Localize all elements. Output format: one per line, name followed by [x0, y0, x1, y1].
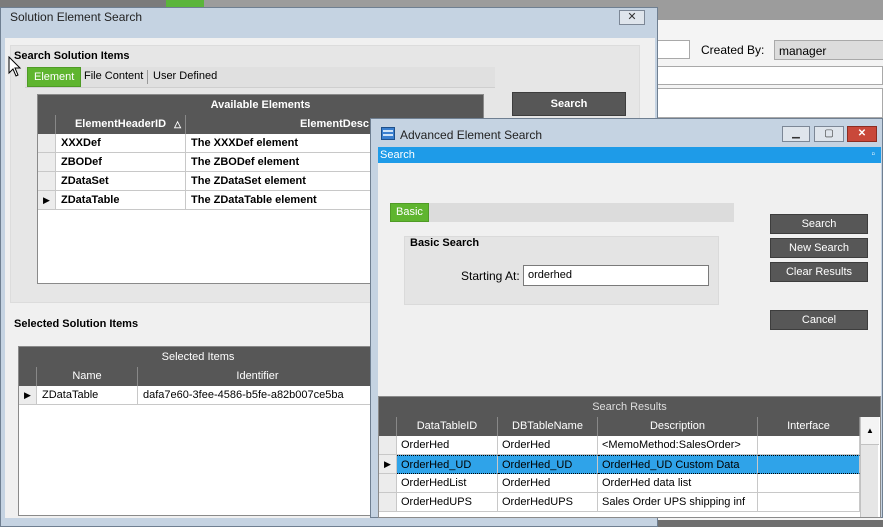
table-cell[interactable]: ZDataTable	[56, 191, 186, 210]
tab-file-content[interactable]: File Content	[78, 67, 149, 87]
search-results-grid: Search Results DataTableID DBTableName D…	[378, 396, 881, 518]
selected-solution-items-label: Selected Solution Items	[14, 318, 139, 330]
background-field[interactable]	[655, 40, 690, 59]
scroll-up-icon[interactable]: ▲	[861, 417, 879, 445]
tab-element[interactable]: Element	[27, 67, 82, 87]
column-header-interface[interactable]: Interface	[758, 417, 860, 436]
grid-caption: Search Results	[379, 397, 880, 417]
background-field-2[interactable]	[655, 66, 883, 85]
tab-basic[interactable]: Basic	[390, 203, 429, 222]
row-selector[interactable]	[379, 436, 397, 455]
starting-at-label: Starting At:	[461, 269, 520, 283]
starting-at-input[interactable]: orderhed	[523, 265, 709, 286]
close-icon[interactable]: ✕	[847, 126, 877, 142]
current-row-arrow-icon[interactable]: ▶	[379, 455, 397, 474]
maximize-icon[interactable]: ▢	[814, 126, 844, 142]
close-icon[interactable]: ✕	[619, 10, 645, 25]
column-header-description[interactable]: Description	[598, 417, 758, 436]
window-app-icon	[381, 127, 395, 140]
created-by-field[interactable]: manager	[774, 40, 883, 60]
table-cell[interactable]: OrderHed_UD	[397, 455, 498, 474]
table-cell[interactable]: ZBODef	[56, 153, 186, 172]
row-selector-header	[38, 115, 56, 134]
minimize-icon[interactable]: ▁	[782, 126, 810, 142]
new-search-button[interactable]: New Search	[770, 238, 868, 258]
table-cell[interactable]	[758, 493, 860, 512]
column-header-elementheaderid[interactable]: ElementHeaderID △	[56, 115, 186, 134]
grid-caption: Selected Items	[19, 347, 377, 367]
row-selector[interactable]	[38, 134, 56, 153]
table-cell[interactable]: OrderHedUPS	[498, 493, 598, 512]
mouse-cursor-icon	[8, 56, 22, 77]
table-cell[interactable]: ZDataSet	[56, 172, 186, 191]
search-panel-header: Search ▫	[378, 147, 881, 163]
table-cell[interactable]: ZDataTable	[37, 386, 138, 405]
table-cell[interactable]: Sales Order UPS shipping inf	[598, 493, 758, 512]
row-selector[interactable]	[379, 474, 397, 493]
sort-ascending-icon: △	[174, 119, 181, 129]
table-cell[interactable]: XXXDef	[56, 134, 186, 153]
table-cell[interactable]: dafa7e60-3fee-4586-b5fe-a82b007ce5ba	[138, 386, 378, 405]
row-selector[interactable]	[38, 172, 56, 191]
search-tabs: Element File Content User Defined	[25, 67, 495, 88]
table-cell[interactable]	[758, 436, 860, 455]
search-solution-items-label: Search Solution Items	[14, 50, 130, 62]
table-cell[interactable]: OrderHed_UD Custom Data	[598, 455, 758, 474]
current-row-arrow-icon[interactable]: ▶	[19, 386, 37, 405]
pin-icon[interactable]: ▫	[871, 147, 875, 163]
tab-user-defined[interactable]: User Defined	[147, 67, 223, 87]
window-title: Solution Element Search	[10, 10, 143, 24]
search-panel-label: Search	[380, 149, 415, 161]
column-header-name[interactable]: Name	[37, 367, 138, 386]
window-title: Advanced Element Search	[400, 128, 543, 142]
table-cell[interactable]: OrderHedUPS	[397, 493, 498, 512]
table-cell[interactable]: OrderHed data list	[598, 474, 758, 493]
table-cell[interactable]: OrderHed_UD	[498, 455, 598, 474]
column-header-label: ElementHeaderID	[74, 118, 167, 130]
column-header-identifier[interactable]: Identifier	[138, 367, 378, 386]
search-button[interactable]: Search	[770, 214, 868, 234]
table-cell[interactable]: OrderHed	[498, 474, 598, 493]
current-row-arrow-icon[interactable]: ▶	[38, 191, 56, 210]
selected-items-grid: Selected Items Name Identifier ▶ ZDataTa…	[18, 346, 378, 516]
table-cell[interactable]	[758, 455, 860, 474]
table-cell[interactable]	[758, 474, 860, 493]
search-tabs	[390, 203, 734, 222]
column-header-dbtablename[interactable]: DBTableName	[498, 417, 598, 436]
search-button[interactable]: Search	[512, 92, 626, 116]
results-scrollbar[interactable]: ▲	[860, 417, 879, 517]
created-by-label: Created By:	[701, 43, 765, 57]
table-cell[interactable]: <MemoMethod:SalesOrder>	[598, 436, 758, 455]
row-selector-header	[19, 367, 37, 386]
table-cell[interactable]: OrderHedList	[397, 474, 498, 493]
basic-search-label: Basic Search	[410, 237, 480, 249]
cancel-button[interactable]: Cancel	[770, 310, 868, 330]
grid-caption: Available Elements	[38, 95, 483, 115]
table-cell[interactable]: OrderHed	[397, 436, 498, 455]
background-field-3[interactable]	[655, 88, 883, 118]
table-cell[interactable]: OrderHed	[498, 436, 598, 455]
clear-results-button[interactable]: Clear Results	[770, 262, 868, 282]
row-selector[interactable]	[379, 493, 397, 512]
row-selector[interactable]	[38, 153, 56, 172]
row-selector-header	[379, 417, 397, 436]
column-header-datatableid[interactable]: DataTableID	[397, 417, 498, 436]
